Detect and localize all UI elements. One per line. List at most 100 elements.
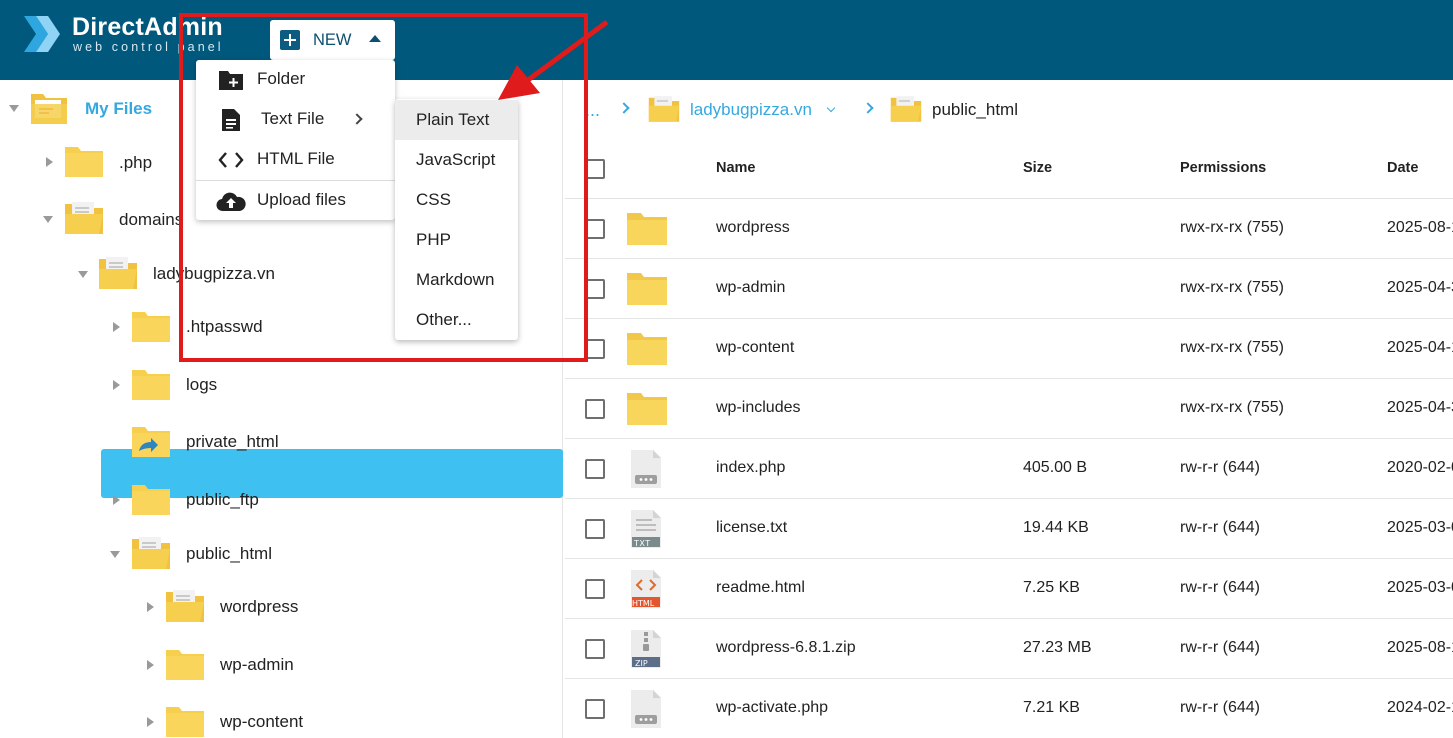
file-size: 7.25 KB	[1023, 579, 1080, 596]
tree-root-label: My Files	[85, 99, 153, 118]
table-header: Name Size Permissions Date	[565, 140, 1453, 199]
annotation-highlight-box	[179, 13, 588, 362]
directadmin-logo-icon	[24, 16, 60, 52]
breadcrumb-domain-link[interactable]: ladybugpizza.vn	[690, 100, 812, 120]
row-checkbox[interactable]	[585, 459, 605, 479]
php-file-icon	[631, 690, 661, 728]
expand-arrow-icon[interactable]	[113, 322, 120, 332]
file-permissions[interactable]: rw-r-r (644)	[1180, 579, 1260, 597]
open-folder-icon	[890, 96, 922, 122]
file-date: 2025-08-1	[1387, 639, 1453, 656]
folder-icon	[166, 650, 204, 680]
collapse-arrow-icon[interactable]	[78, 271, 88, 278]
file-date: 2025-04-1	[1387, 339, 1453, 356]
file-date: 2025-03-0	[1387, 579, 1453, 596]
file-permissions[interactable]: rwx-rx-rx (755)	[1180, 339, 1284, 357]
file-name[interactable]: license.txt	[716, 519, 787, 537]
table-row[interactable]: index.php 405.00 B rw-r-r (644) 2020-02-…	[565, 439, 1453, 499]
collapse-arrow-icon[interactable]	[9, 105, 19, 112]
file-date: 2025-03-0	[1387, 519, 1453, 536]
file-name[interactable]: wordpress	[716, 219, 790, 237]
row-checkbox[interactable]	[585, 699, 605, 719]
expand-arrow-icon[interactable]	[113, 380, 120, 390]
file-name[interactable]: wp-includes	[716, 399, 800, 417]
folder-icon	[65, 147, 103, 177]
file-permissions[interactable]: rw-r-r (644)	[1180, 699, 1260, 717]
file-permissions[interactable]: rwx-rx-rx (755)	[1180, 279, 1284, 297]
row-checkbox[interactable]	[585, 399, 605, 419]
tree-label: public_html	[186, 544, 272, 563]
tree-item-private-html[interactable]: private_html	[0, 417, 560, 467]
folder-icon	[627, 393, 667, 425]
file-permissions[interactable]: rw-r-r (644)	[1180, 519, 1260, 537]
collapse-arrow-icon[interactable]	[43, 216, 53, 223]
tree-item-public-html[interactable]: public_html	[0, 529, 560, 579]
tree-label: domains	[119, 210, 184, 229]
file-date: 2025-04-3	[1387, 279, 1453, 296]
file-name[interactable]: wp-admin	[716, 279, 785, 297]
expand-arrow-icon[interactable]	[113, 495, 120, 505]
column-header-date[interactable]: Date	[1387, 160, 1418, 176]
folder-icon	[132, 312, 170, 342]
file-size: 19.44 KB	[1023, 519, 1089, 536]
file-size: 405.00 B	[1023, 459, 1088, 476]
file-size: 27.23 MB	[1023, 639, 1092, 656]
column-header-permissions[interactable]: Permissions	[1180, 160, 1266, 176]
chevron-right-icon	[862, 102, 874, 114]
folder-icon	[627, 333, 667, 365]
tree-label: wp-admin	[220, 655, 294, 674]
file-date: 2025-04-3	[1387, 399, 1453, 416]
tree-item-logs[interactable]: logs	[0, 360, 560, 410]
row-checkbox[interactable]	[585, 339, 605, 359]
file-name[interactable]: wp-content	[716, 339, 794, 357]
file-size: 7.21 KB	[1023, 699, 1080, 716]
file-name[interactable]: wordpress-6.8.1.zip	[716, 639, 856, 657]
tree-item-wp-admin[interactable]: wp-admin	[0, 640, 560, 690]
row-checkbox[interactable]	[585, 519, 605, 539]
symlink-folder-icon	[132, 427, 170, 457]
expand-arrow-icon[interactable]	[147, 602, 154, 612]
file-permissions[interactable]: rw-r-r (644)	[1180, 459, 1260, 477]
file-permissions[interactable]: rwx-rx-rx (755)	[1180, 399, 1284, 417]
table-row[interactable]: wp-activate.php 7.21 KB rw-r-r (644) 202…	[565, 679, 1453, 738]
html-badge: HTML	[632, 599, 655, 608]
row-checkbox[interactable]	[585, 639, 605, 659]
chevron-down-icon[interactable]	[826, 103, 836, 113]
row-checkbox[interactable]	[585, 219, 605, 239]
table-row[interactable]: wordpress rwx-rx-rx (755) 2025-08-1	[565, 199, 1453, 259]
tree-item-public-ftp[interactable]: public_ftp	[0, 475, 560, 525]
expand-arrow-icon[interactable]	[46, 157, 53, 167]
column-header-name[interactable]: Name	[716, 160, 756, 176]
table-row[interactable]: wp-content rwx-rx-rx (755) 2025-04-1	[565, 319, 1453, 379]
tree-item-wordpress[interactable]: wordpress	[0, 582, 560, 632]
file-name[interactable]: readme.html	[716, 579, 805, 597]
folder-icon	[627, 273, 667, 305]
file-date: 2020-02-0	[1387, 459, 1453, 476]
tree-item-wp-content[interactable]: wp-content	[0, 697, 560, 738]
open-folder-icon	[99, 257, 137, 289]
row-checkbox[interactable]	[585, 579, 605, 599]
table-row[interactable]: wp-admin rwx-rx-rx (755) 2025-04-3	[565, 259, 1453, 319]
tree-label: wp-content	[220, 712, 304, 731]
zip-badge: ZIP	[635, 659, 648, 668]
expand-arrow-icon[interactable]	[147, 660, 154, 670]
open-folder-icon	[648, 96, 680, 122]
select-all-checkbox[interactable]	[585, 159, 605, 179]
collapse-arrow-icon[interactable]	[110, 551, 120, 558]
breadcrumb: ... ladybugpizza.vn public_html	[580, 92, 1453, 128]
column-header-size[interactable]: Size	[1023, 160, 1052, 176]
table-row[interactable]: HTML readme.html 7.25 KB rw-r-r (644) 20…	[565, 559, 1453, 619]
expand-arrow-icon[interactable]	[147, 717, 154, 727]
table-row[interactable]: ZIP wordpress-6.8.1.zip 27.23 MB rw-r-r …	[565, 619, 1453, 679]
row-checkbox[interactable]	[585, 279, 605, 299]
file-permissions[interactable]: rwx-rx-rx (755)	[1180, 219, 1284, 237]
file-name[interactable]: index.php	[716, 459, 785, 477]
php-file-icon	[631, 450, 661, 488]
folder-icon	[166, 707, 204, 737]
tree-label: public_ftp	[186, 490, 259, 509]
file-name[interactable]: wp-activate.php	[716, 699, 828, 717]
table-row[interactable]: wp-includes rwx-rx-rx (755) 2025-04-3	[565, 379, 1453, 439]
chevron-right-icon	[618, 102, 630, 114]
table-row[interactable]: TXT license.txt 19.44 KB rw-r-r (644) 20…	[565, 499, 1453, 559]
file-permissions[interactable]: rw-r-r (644)	[1180, 639, 1260, 657]
